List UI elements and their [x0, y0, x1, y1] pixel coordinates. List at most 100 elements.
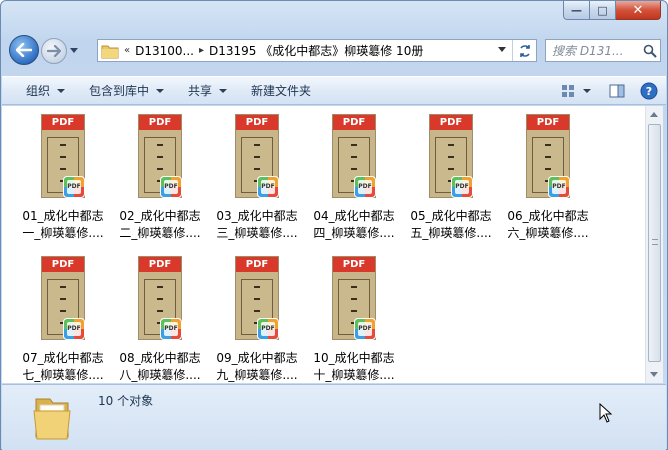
vertical-scrollbar[interactable]: [645, 106, 663, 383]
pdf-badge-label: PDF: [455, 180, 469, 194]
refresh-button[interactable]: [512, 40, 536, 61]
file-item[interactable]: PDF PDF 05_成化中都志 五_柳瑛簒修....: [404, 114, 498, 242]
grip-icon: [652, 239, 658, 245]
pdf-thumbnail: PDF PDF: [130, 256, 190, 344]
file-name-line1: 10_成化中都志: [313, 351, 395, 365]
file-item[interactable]: PDF PDF 06_成化中都志 六_柳瑛簒修....: [501, 114, 595, 242]
pdf-thumbnail: PDF PDF: [33, 114, 93, 202]
pdf-badge-label: PDF: [552, 180, 566, 194]
file-name-line2: 五_柳瑛簒修....: [410, 226, 492, 240]
breadcrumb-separator-icon[interactable]: ▸: [199, 45, 204, 56]
file-name-line2: 十_柳瑛簒修....: [313, 368, 395, 382]
file-name-line1: 03_成化中都志: [216, 209, 298, 223]
scroll-up-icon[interactable]: [650, 112, 658, 117]
file-name-line2: 四_柳瑛簒修....: [313, 226, 395, 240]
breadcrumb-segment-current[interactable]: D13195 《成化中都志》柳瑛簒修 10册: [209, 42, 423, 59]
view-options-icon: [562, 84, 574, 97]
refresh-icon: [519, 44, 530, 57]
scrollbar-thumb[interactable]: [648, 124, 661, 362]
include-in-library-menu[interactable]: 包含到库中: [77, 77, 176, 104]
file-item[interactable]: PDF PDF 02_成化中都志 二_柳瑛簒修....: [113, 114, 207, 242]
minimize-button[interactable]: —: [563, 1, 590, 20]
pdf-badge-label: PDF: [358, 322, 372, 336]
search-button[interactable]: [640, 41, 660, 61]
file-name: 05_成化中都志 五_柳瑛簒修....: [404, 208, 498, 242]
file-name: 02_成化中都志 二_柳瑛簒修....: [113, 208, 207, 242]
file-name-line1: 09_成化中都志: [216, 351, 298, 365]
pdf-thumbnail: PDF PDF: [130, 114, 190, 202]
pdf-band-label: PDF: [236, 115, 278, 130]
pdf-app-badge-icon: PDF: [548, 176, 570, 198]
file-item[interactable]: PDF PDF 09_成化中都志 九_柳瑛簒修....: [210, 256, 304, 384]
file-item[interactable]: PDF PDF 01_成化中都志 一_柳瑛簒修....: [16, 114, 110, 242]
pdf-band-label: PDF: [333, 115, 375, 130]
breadcrumb-overflow[interactable]: «: [124, 45, 130, 56]
pdf-badge-label: PDF: [164, 180, 178, 194]
pdf-badge-label: PDF: [67, 322, 81, 336]
pdf-band-label: PDF: [430, 115, 472, 130]
pdf-band-label: PDF: [139, 115, 181, 130]
forward-button[interactable]: [41, 38, 67, 64]
back-button[interactable]: [9, 35, 39, 65]
file-name-line1: 02_成化中都志: [119, 209, 201, 223]
search-input[interactable]: 搜索 D131...: [546, 42, 640, 59]
pdf-band-label: PDF: [333, 257, 375, 272]
preview-pane-button[interactable]: [608, 82, 626, 100]
pdf-app-badge-icon: PDF: [354, 318, 376, 340]
pdf-app-badge-icon: PDF: [257, 318, 279, 340]
close-button[interactable]: ✕: [616, 1, 661, 20]
view-options-button[interactable]: [558, 82, 594, 100]
pdf-thumbnail: PDF PDF: [33, 256, 93, 344]
file-name-line1: 07_成化中都志: [22, 351, 104, 365]
pdf-badge-label: PDF: [358, 180, 372, 194]
chevron-down-icon: [583, 88, 591, 93]
help-button[interactable]: ?: [640, 82, 658, 100]
pdf-app-badge-icon: PDF: [160, 176, 182, 198]
file-name-line2: 三_柳瑛簒修....: [216, 226, 298, 240]
new-folder-button[interactable]: 新建文件夹: [239, 77, 323, 104]
file-item[interactable]: PDF PDF 04_成化中都志 四_柳瑛簒修....: [307, 114, 401, 242]
pdf-app-badge-icon: PDF: [63, 318, 85, 340]
recent-pages-dropdown[interactable]: [69, 45, 79, 55]
minimize-icon: —: [571, 3, 582, 17]
organize-menu[interactable]: 组织: [2, 77, 77, 104]
file-item[interactable]: PDF PDF 08_成化中都志 八_柳瑛簒修....: [113, 256, 207, 384]
file-name-line2: 二_柳瑛簒修....: [119, 226, 201, 240]
file-item[interactable]: PDF PDF 07_成化中都志 七_柳瑛簒修....: [16, 256, 110, 384]
file-name-line2: 九_柳瑛簒修....: [216, 368, 298, 382]
share-label: 共享: [188, 84, 213, 98]
command-bar: 组织 包含到库中 共享 新建文件夹 ?: [2, 76, 666, 105]
file-name-line2: 六_柳瑛簒修....: [507, 226, 589, 240]
file-name-line2: 八_柳瑛簒修....: [119, 368, 201, 382]
maximize-button[interactable]: □: [590, 1, 616, 20]
folder-icon: [101, 45, 119, 58]
file-item[interactable]: PDF PDF 03_成化中都志 三_柳瑛簒修....: [210, 114, 304, 242]
pdf-band-label: PDF: [42, 257, 84, 272]
share-menu[interactable]: 共享: [176, 77, 239, 104]
file-name-line2: 一_柳瑛簒修....: [22, 226, 104, 240]
file-name: 01_成化中都志 一_柳瑛簒修....: [16, 208, 110, 242]
search-box[interactable]: 搜索 D131...: [545, 39, 661, 62]
pdf-thumbnail: PDF PDF: [227, 114, 287, 202]
maximize-icon: □: [597, 3, 608, 17]
file-name-line2: 七_柳瑛簒修....: [22, 368, 104, 382]
address-dropdown-icon[interactable]: [498, 47, 506, 52]
scroll-down-icon[interactable]: [650, 372, 658, 377]
file-name: 08_成化中都志 八_柳瑛簒修....: [113, 350, 207, 384]
pdf-badge-label: PDF: [164, 322, 178, 336]
breadcrumb-segment-parent[interactable]: D13100...: [135, 44, 194, 58]
back-arrow-icon: [16, 43, 32, 57]
pdf-badge-label: PDF: [261, 180, 275, 194]
organize-label: 组织: [26, 84, 51, 98]
close-icon: ✕: [632, 2, 644, 18]
folder-icon: [33, 398, 71, 440]
item-count: 10 个对象: [98, 394, 154, 408]
address-bar[interactable]: « D13100... ▸ D13195 《成化中都志》柳瑛簒修 10册: [97, 39, 537, 62]
new-folder-label: 新建文件夹: [251, 84, 312, 98]
file-list-view: PDF PDF 01_成化中都志 一_柳瑛簒修.... PDF PDF 02_成…: [2, 106, 645, 383]
file-item[interactable]: PDF PDF 10_成化中都志 十_柳瑛簒修....: [307, 256, 401, 384]
forward-arrow-icon: [47, 45, 61, 57]
pdf-badge-label: PDF: [67, 180, 81, 194]
pdf-thumbnail: PDF PDF: [518, 114, 578, 202]
file-name-line1: 06_成化中都志: [507, 209, 589, 223]
